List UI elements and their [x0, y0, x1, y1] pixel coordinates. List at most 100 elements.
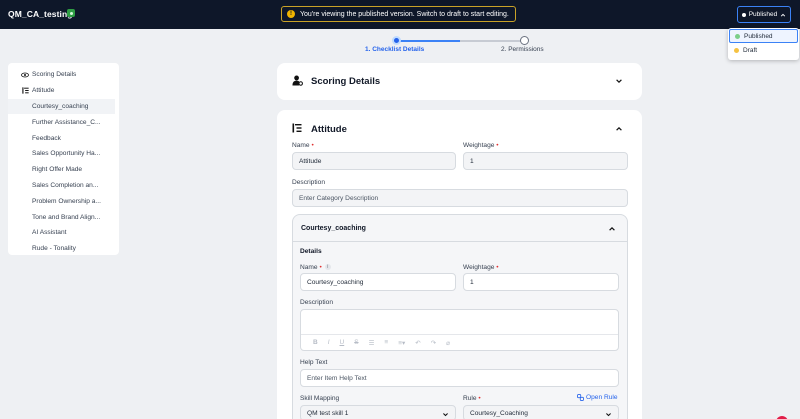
align-dropdown-icon[interactable]: ≡▾ — [398, 339, 405, 347]
sidebar-item-label: AI Assistant — [32, 229, 67, 237]
sidebar-item-sales-completion[interactable]: Sales Completion an... — [8, 178, 119, 194]
item-description-label: Description — [300, 299, 333, 306]
sidebar-item-scoring-details[interactable]: Scoring Details — [8, 67, 119, 83]
step-progress-line — [396, 40, 524, 42]
skill-mapping-select[interactable]: QM test skill 1 — [300, 405, 456, 419]
name-label: Name • — [292, 142, 314, 149]
banner-text: You're viewing the published version. Sw… — [300, 10, 509, 18]
step-2-indicator[interactable] — [520, 36, 529, 45]
weightage-label-text: Weightage — [463, 142, 495, 149]
sidebar-item-sales-opportunity[interactable]: Sales Opportunity Ha... — [8, 146, 119, 162]
underline-icon[interactable]: U — [340, 339, 345, 346]
open-rule-link[interactable]: Open Rule — [577, 394, 618, 401]
step-2-label[interactable]: 2. Permissions — [501, 46, 544, 53]
sidebar-item-problem-ownership[interactable]: Problem Ownership a... — [8, 193, 119, 209]
item-name-field[interactable]: Courtesy_coaching — [300, 273, 456, 291]
sidebar-item-label: Feedback — [32, 134, 61, 142]
menu-item-draft[interactable]: Draft — [729, 43, 798, 57]
sidebar-item-tone-brand[interactable]: Tone and Brand Align... — [8, 209, 119, 225]
sidebar-nav: Scoring Details Attitude Courtesy_coachi… — [8, 63, 119, 255]
sidebar-item-label: Right Offer Made — [32, 166, 83, 174]
sidebar-item-label: Scoring Details — [32, 71, 77, 79]
sidebar-item-label: Problem Ownership a... — [32, 197, 101, 205]
sidebar-item-courtesy-coaching[interactable]: Courtesy_coaching — [8, 98, 115, 115]
rule-value: Courtesy_Coaching — [470, 409, 528, 417]
version-menu: Published Draft — [728, 28, 799, 60]
details-heading: Details — [300, 248, 322, 255]
rule-select[interactable]: Courtesy_Coaching — [463, 405, 619, 419]
chevron-up-icon[interactable] — [615, 125, 623, 133]
item-name-label: Name • i — [300, 264, 331, 271]
required-marker: • — [496, 142, 499, 149]
step-1-label[interactable]: 1. Checklist Details — [365, 46, 424, 53]
category-description-field[interactable]: Enter Category Description — [292, 189, 628, 207]
step-1-indicator[interactable] — [392, 36, 401, 45]
rule-label-text: Rule — [463, 395, 477, 402]
chevron-down-icon — [606, 413, 611, 417]
sidebar-item-right-offer-made[interactable]: Right Offer Made — [8, 162, 119, 178]
item-weightage-label: Weightage • — [463, 264, 499, 271]
sidebar-item-attitude[interactable]: Attitude — [8, 83, 119, 99]
menu-item-published[interactable]: Published — [729, 29, 798, 43]
draft-dot-icon — [734, 47, 739, 53]
item-name-label-text: Name — [300, 264, 318, 271]
required-marker: • — [319, 264, 322, 271]
app-title: QM_CA_testing — [8, 9, 73, 19]
version-banner: ! You're viewing the published version. … — [281, 6, 516, 22]
top-bar: QM_CA_testing ! You're viewing the publi… — [0, 0, 800, 29]
user-settings-icon — [292, 75, 303, 86]
status-badge — [67, 9, 75, 17]
help-text-field[interactable]: Enter Item Help Text — [300, 369, 619, 387]
warning-icon: ! — [287, 10, 295, 18]
italic-icon[interactable]: I — [328, 339, 330, 346]
version-dropdown-button[interactable]: Published — [737, 6, 791, 23]
menu-item-label: Published — [744, 32, 773, 40]
attitude-title: Attitude — [311, 124, 347, 135]
sidebar-item-label: Sales Completion an... — [32, 181, 99, 189]
description-rich-text-editor[interactable]: B I U S ☰ ≡ ≡▾ ↶ ↷ ⌀ — [300, 309, 619, 351]
sidebar-item-rude-tonality[interactable]: Rude - Tonality — [8, 241, 119, 257]
chevron-up-icon — [781, 13, 786, 17]
numbered-list-icon[interactable]: ≡ — [384, 339, 388, 346]
stepper: 1. Checklist Details 2. Permissions — [360, 36, 560, 56]
chevron-down-icon[interactable] — [615, 77, 623, 85]
link-icon — [577, 394, 584, 401]
item-card-title: Courtesy_coaching — [301, 225, 366, 232]
redo-icon[interactable]: ↷ — [431, 339, 436, 347]
item-weightage-label-text: Weightage — [463, 264, 495, 271]
category-name-field[interactable]: Attitude — [292, 152, 456, 170]
help-text-label: Help Text — [300, 359, 328, 366]
eye-icon — [21, 72, 29, 78]
sidebar-item-feedback[interactable]: Feedback — [8, 130, 119, 146]
item-card-header[interactable]: Courtesy_coaching — [293, 215, 627, 242]
bullet-list-icon[interactable]: ☰ — [369, 339, 375, 347]
chevron-up-icon[interactable] — [608, 225, 616, 233]
status-dot-icon — [741, 12, 746, 17]
info-icon[interactable]: i — [324, 264, 331, 271]
required-marker: • — [311, 142, 314, 149]
weightage-label: Weightage • — [463, 142, 499, 149]
list-tree-icon — [21, 87, 29, 94]
scoring-details-title: Scoring Details — [311, 76, 381, 87]
published-dot-icon — [735, 33, 740, 39]
description-label: Description — [292, 179, 325, 186]
category-weightage-field[interactable]: 1 — [463, 152, 628, 170]
chevron-down-icon — [443, 413, 448, 417]
clear-format-icon[interactable]: ⌀ — [446, 339, 450, 347]
item-weightage-field[interactable]: 1 — [463, 273, 619, 291]
bold-icon[interactable]: B — [313, 339, 318, 346]
sidebar-item-label: Sales Opportunity Ha... — [32, 150, 101, 158]
version-button-label: Published — [748, 11, 778, 18]
strikethrough-icon[interactable]: S — [354, 339, 358, 346]
sidebar-item-ai-assistant[interactable]: AI Assistant — [8, 225, 119, 241]
open-rule-label: Open Rule — [586, 394, 618, 401]
name-label-text: Name — [292, 142, 310, 149]
undo-icon[interactable]: ↶ — [415, 339, 420, 347]
sidebar-item-label: Further Assistance_C... — [32, 118, 101, 126]
rule-label: Rule • — [463, 395, 481, 402]
scoring-details-card[interactable]: Scoring Details — [277, 63, 642, 100]
required-marker: • — [496, 264, 499, 271]
required-marker: • — [478, 395, 481, 402]
sidebar-item-label: Attitude — [32, 87, 55, 95]
sidebar-item-further-assistance[interactable]: Further Assistance_C... — [8, 114, 119, 130]
